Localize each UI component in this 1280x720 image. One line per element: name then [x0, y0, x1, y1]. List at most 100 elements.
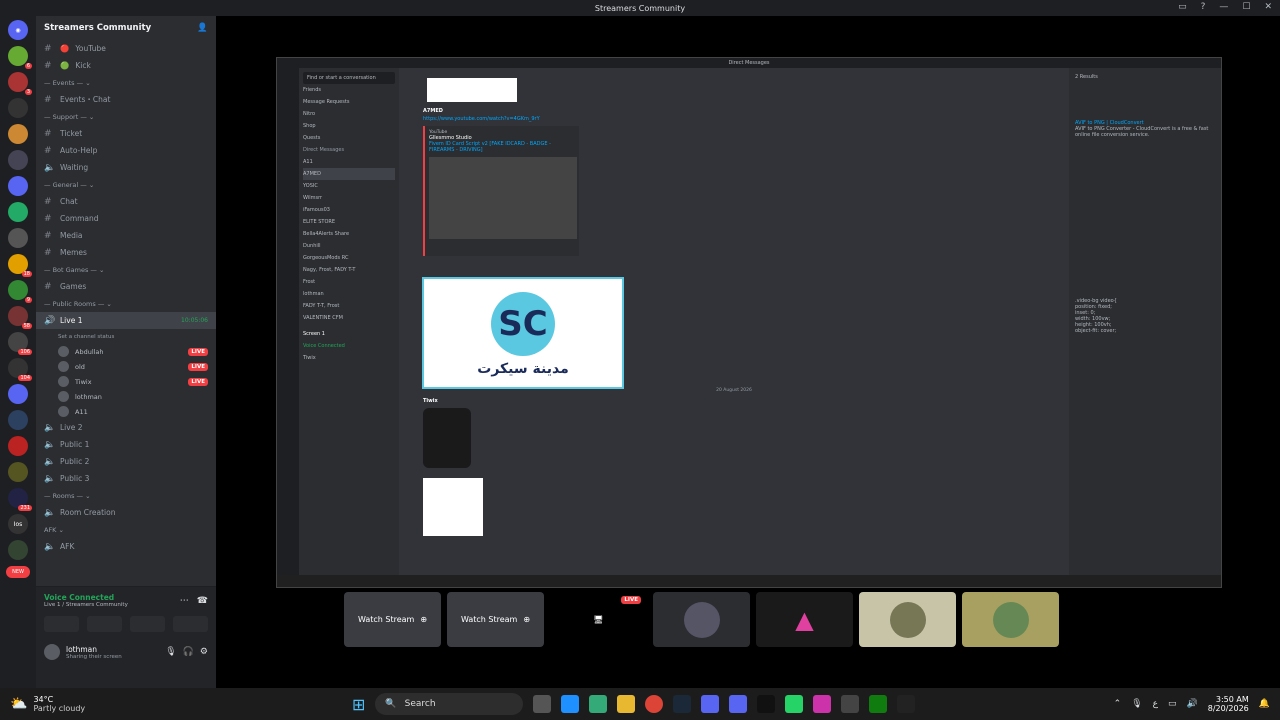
server-icon[interactable]: 231	[8, 488, 32, 511]
voice-user[interactable]: Abdullah LIVE	[36, 344, 216, 359]
app-icon[interactable]	[897, 695, 916, 713]
close-button[interactable]: ✕	[1264, 2, 1272, 12]
voice-connected-label[interactable]: Voice Connected	[44, 593, 128, 602]
clock[interactable]: 3:50 AM 8/20/2026	[1208, 695, 1249, 713]
server-icon[interactable]: 6	[8, 46, 32, 69]
voice-channel-live2[interactable]: 🔈 Live 2	[36, 419, 216, 436]
server-icon[interactable]	[8, 150, 28, 170]
server-icon[interactable]: 104	[8, 358, 32, 381]
voice-user[interactable]: old LIVE	[36, 359, 216, 374]
channel-events-chat[interactable]: # Events・Chat	[36, 91, 216, 108]
new-badge[interactable]: NEW	[6, 566, 30, 578]
user-avatar[interactable]	[44, 644, 60, 660]
task-view-icon[interactable]	[533, 695, 552, 713]
stream-tile[interactable]: 🖥 LIVE	[550, 592, 647, 647]
xbox-icon[interactable]	[869, 695, 888, 713]
voice-user[interactable]: Tiwix LIVE	[36, 374, 216, 389]
voice-user[interactable]: lothman	[36, 389, 216, 404]
help-icon[interactable]: ?	[1201, 2, 1206, 12]
participant-tile[interactable]	[653, 592, 750, 647]
category-support[interactable]: — Support — ⌄	[36, 108, 216, 125]
category-afk[interactable]: AFK ⌄	[36, 521, 216, 538]
channel-games[interactable]: # Games	[36, 278, 216, 295]
category-bot-games[interactable]: — Bot Games — ⌄	[36, 261, 216, 278]
signal-icon[interactable]: ⋯	[180, 596, 189, 606]
participant-tile[interactable]	[859, 592, 956, 647]
maximize-button[interactable]: ☐	[1242, 2, 1250, 12]
category-public-rooms[interactable]: — Public Rooms — ⌄	[36, 295, 216, 312]
voice-channel-public3[interactable]: 🔈 Public 3	[36, 470, 216, 487]
voice-channel-room-creation[interactable]: 🔈 Room Creation	[36, 504, 216, 521]
chrome-icon[interactable]	[645, 695, 664, 713]
category-events[interactable]: — Events — ⌄	[36, 74, 216, 91]
channel-ticket[interactable]: # Ticket	[36, 125, 216, 142]
server-icon[interactable]: 9	[8, 280, 32, 303]
channel-waiting[interactable]: 🔈 Waiting	[36, 159, 216, 176]
server-header[interactable]: Streamers Community 👤	[36, 16, 216, 40]
chevron-up-icon[interactable]: ⌃	[1114, 699, 1122, 709]
windows-start-icon[interactable]: ⊞	[352, 695, 365, 714]
voice-channel-public2[interactable]: 🔈 Public 2	[36, 453, 216, 470]
server-icon[interactable]	[8, 436, 28, 456]
microphone-icon[interactable]: 🎙	[165, 647, 176, 657]
edge-icon[interactable]	[561, 695, 580, 713]
network-icon[interactable]: ▭	[1168, 699, 1177, 709]
store-icon[interactable]	[589, 695, 608, 713]
whatsapp-icon[interactable]	[785, 695, 804, 713]
soundboard-button[interactable]	[173, 616, 208, 632]
channel-chat[interactable]: # Chat	[36, 193, 216, 210]
server-icon[interactable]	[8, 410, 28, 430]
volume-icon[interactable]: 🔊	[1187, 699, 1198, 709]
voice-channel-live1[interactable]: 🔊 Live 1 10:05:06	[36, 312, 216, 329]
minimize-button[interactable]: —	[1219, 2, 1228, 12]
server-icon[interactable]	[8, 176, 28, 196]
file-explorer-icon[interactable]	[617, 695, 636, 713]
language-icon[interactable]: ع	[1153, 699, 1158, 709]
weather-widget[interactable]: ⛅ 34°C Partly cloudy	[0, 695, 200, 713]
discord-icon[interactable]	[701, 695, 720, 713]
category-rooms[interactable]: — Rooms — ⌄	[36, 487, 216, 504]
server-icon[interactable]	[8, 540, 28, 560]
participant-tile[interactable]: ▲	[756, 592, 853, 647]
add-member-icon[interactable]: 👤	[197, 23, 208, 33]
discord-ptb-icon[interactable]	[729, 695, 748, 713]
discord-home-icon[interactable]: ◉	[8, 20, 28, 40]
inbox-icon[interactable]: ▭	[1178, 2, 1187, 12]
channel-auto-help[interactable]: # Auto-Help	[36, 142, 216, 159]
server-icon[interactable]	[8, 384, 28, 404]
share-screen-button[interactable]	[87, 616, 122, 632]
app-icon[interactable]	[841, 695, 860, 713]
watch-stream-tile[interactable]: Watch Stream ⊕	[447, 592, 544, 647]
voice-channel-public1[interactable]: 🔈 Public 1	[36, 436, 216, 453]
app-icon[interactable]	[757, 695, 776, 713]
channel-kick[interactable]: # 🟢 Kick	[36, 57, 216, 74]
server-icon[interactable]	[8, 124, 28, 144]
camera-button[interactable]	[44, 616, 79, 632]
taskbar-search[interactable]: 🔍 Search	[375, 693, 524, 715]
voice-connected-location[interactable]: Live 1 / Streamers Community	[44, 602, 128, 608]
voice-channel-afk[interactable]: 🔈 AFK	[36, 538, 216, 555]
server-icon[interactable]	[8, 462, 28, 482]
participant-tile[interactable]	[962, 592, 1059, 647]
app-icon[interactable]	[813, 695, 832, 713]
watch-stream-tile[interactable]: Watch Stream ⊕	[344, 592, 441, 647]
channel-memes[interactable]: # Memes	[36, 244, 216, 261]
notification-bell-icon[interactable]: 🔔	[1259, 699, 1270, 709]
steam-icon[interactable]	[673, 695, 692, 713]
microphone-icon[interactable]: 🎙	[1131, 699, 1142, 709]
server-icon[interactable]: 58	[8, 306, 32, 329]
server-icon[interactable]	[8, 202, 28, 222]
channel-media[interactable]: # Media	[36, 227, 216, 244]
channel-status[interactable]: Set a channel status	[36, 329, 216, 344]
server-icon[interactable]	[8, 98, 28, 118]
activities-button[interactable]	[130, 616, 165, 632]
server-icon[interactable]: Ios	[8, 514, 28, 534]
server-icon[interactable]	[8, 228, 28, 248]
channel-youtube[interactable]: # 🔴 YouTube	[36, 40, 216, 57]
disconnect-icon[interactable]: ☎	[197, 596, 208, 606]
channel-command[interactable]: # Command	[36, 210, 216, 227]
headset-icon[interactable]: 🎧	[183, 647, 194, 657]
voice-user[interactable]: A11	[36, 404, 216, 419]
server-icon[interactable]: 18	[8, 254, 32, 277]
shared-screen[interactable]: Direct Messages Find or start a conversa…	[276, 57, 1222, 588]
